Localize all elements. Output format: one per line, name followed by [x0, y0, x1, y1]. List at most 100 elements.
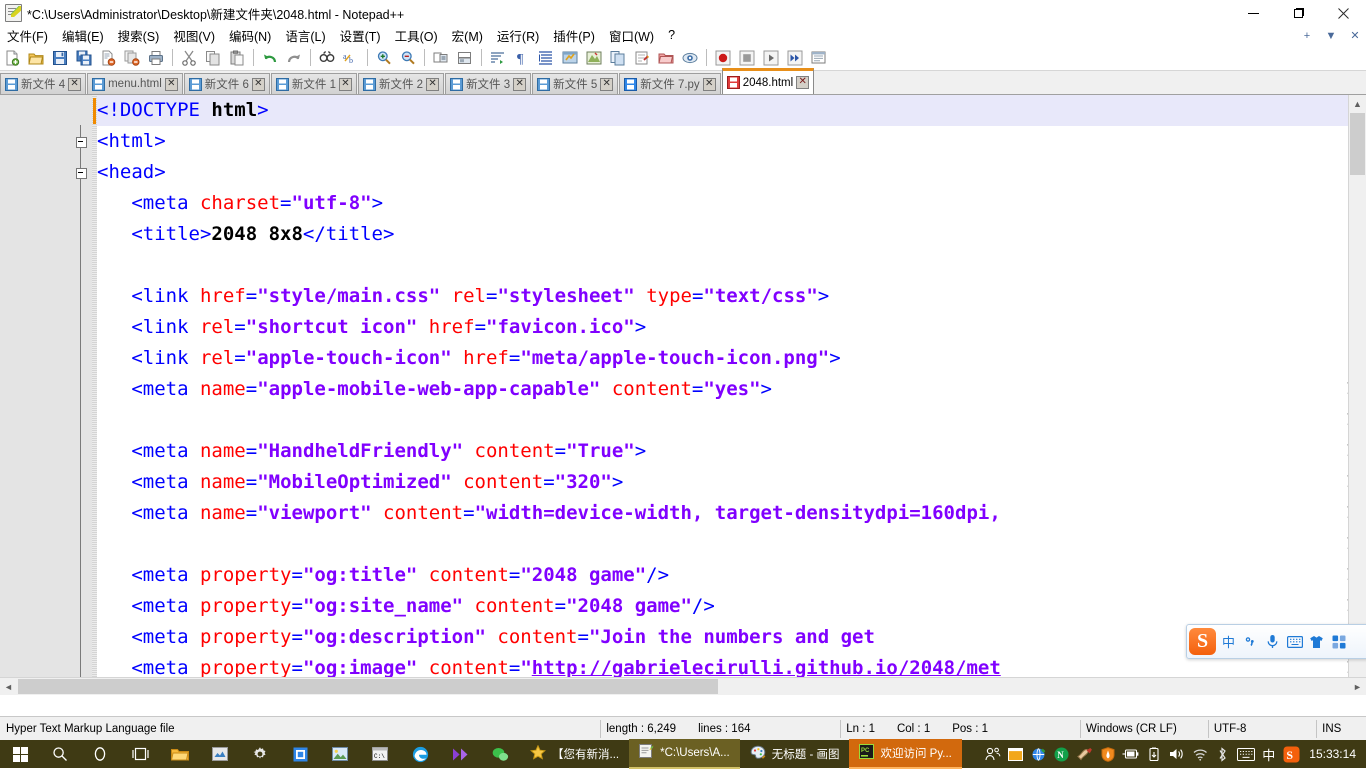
tab-新文件-5[interactable]: 新文件 5 ✕	[532, 73, 619, 94]
code-line[interactable]: <meta name="viewport" content="width=dev…	[97, 498, 1000, 529]
document-map-icon[interactable]	[583, 47, 605, 69]
scroll-left-arrow[interactable]: ◄	[0, 678, 17, 695]
ime-chinese-icon[interactable]: 中	[1257, 740, 1280, 768]
menu-encoding[interactable]: 编码(N)	[222, 25, 278, 47]
code-line[interactable]: <link rel="shortcut icon" href="favicon.…	[97, 312, 646, 343]
scroll-right-arrow[interactable]: ►	[1349, 678, 1366, 695]
vertical-scroll-thumb[interactable]	[1350, 113, 1365, 175]
fold-margin[interactable]	[70, 95, 92, 695]
code-line[interactable]: <meta property="og:description" content=…	[97, 622, 886, 653]
menu-language[interactable]: 语言(L)	[278, 25, 332, 47]
tab-close-button[interactable]: ✕	[513, 77, 527, 91]
driver-icon[interactable]	[1073, 740, 1096, 768]
close-all-icon[interactable]	[121, 47, 143, 69]
cut-icon[interactable]	[178, 47, 200, 69]
close-button[interactable]	[1321, 0, 1366, 26]
menu-view[interactable]: 视图(V)	[166, 25, 222, 47]
skin-icon[interactable]	[1307, 630, 1326, 654]
show-all-characters-icon[interactable]: ¶	[511, 47, 533, 69]
sync-horizontal-icon[interactable]	[454, 47, 476, 69]
usb-eject-icon[interactable]	[1142, 740, 1165, 768]
code-line[interactable]: <meta name="apple-mobile-web-app-capable…	[97, 374, 772, 405]
function-list-icon[interactable]	[607, 47, 629, 69]
wifi-icon[interactable]	[1188, 740, 1211, 768]
tab-close-button[interactable]: ✕	[68, 77, 82, 91]
tab-close-button[interactable]: ✕	[702, 77, 716, 91]
menu-macro[interactable]: 宏(M)	[445, 25, 490, 47]
code-line[interactable]: <meta property="og:site_name" content="2…	[97, 591, 714, 622]
wps-office-icon[interactable]	[280, 740, 320, 768]
code-line[interactable]: <link href="style/main.css" rel="stylesh…	[97, 281, 829, 312]
horizontal-scroll-thumb[interactable]	[18, 679, 718, 694]
tab-新文件-1[interactable]: 新文件 1 ✕	[270, 73, 357, 94]
command-prompt-icon[interactable]: C:\	[360, 740, 400, 768]
window-tray-icon[interactable]	[1004, 740, 1027, 768]
code-text-area[interactable]: <!DOCTYPE html> <html> <head> <meta charse…	[97, 95, 1349, 695]
code-line[interactable]: <head>	[97, 157, 166, 188]
sync-vertical-icon[interactable]	[430, 47, 452, 69]
photos-icon[interactable]	[320, 740, 360, 768]
indent-guide-icon[interactable]	[535, 47, 557, 69]
open-file-icon[interactable]	[25, 47, 47, 69]
tab-close-button[interactable]: ✕	[426, 77, 440, 91]
soft-keyboard-icon[interactable]	[1285, 630, 1304, 654]
save-macro-icon[interactable]	[808, 47, 830, 69]
file-explorer-icon[interactable]	[160, 740, 200, 768]
task-view-icon[interactable]	[120, 740, 160, 768]
bluetooth-icon[interactable]	[1211, 740, 1234, 768]
people-icon[interactable]	[981, 740, 1004, 768]
menu-edit[interactable]: 编辑(E)	[55, 25, 111, 47]
touch-keyboard-icon[interactable]	[1234, 740, 1257, 768]
wechat-icon[interactable]	[480, 740, 520, 768]
punctuation-mode-icon[interactable]	[1241, 630, 1260, 654]
tab-close-button[interactable]: ✕	[164, 77, 178, 91]
folder-as-workspace-icon[interactable]	[655, 47, 677, 69]
network-share-icon[interactable]	[1027, 740, 1050, 768]
search-icon[interactable]	[40, 740, 80, 768]
maximize-restore-button[interactable]	[1276, 0, 1321, 26]
zoom-out-icon[interactable]	[397, 47, 419, 69]
taskbar-clock[interactable]: 15:33:14	[1303, 747, 1366, 761]
play-macro-icon[interactable]	[760, 47, 782, 69]
tab-新文件-7-py[interactable]: 新文件 7.py ✕	[619, 73, 721, 94]
zoom-in-icon[interactable]	[373, 47, 395, 69]
fold-toggle-html[interactable]	[76, 137, 87, 148]
user-defined-dialog-icon[interactable]	[559, 47, 581, 69]
settings-gear-icon[interactable]	[240, 740, 280, 768]
code-line[interactable]: <!DOCTYPE html>	[97, 95, 269, 126]
sogou-ime-toolbar[interactable]: S 中	[1186, 624, 1366, 659]
potplayer-icon[interactable]	[440, 740, 480, 768]
menu-window[interactable]: 窗口(W)	[602, 25, 661, 47]
netease-icon[interactable]: N	[1050, 740, 1073, 768]
cortana-icon[interactable]	[80, 740, 120, 768]
run-macro-multiple-icon[interactable]	[784, 47, 806, 69]
vertical-scrollbar[interactable]: ▲ ▼	[1348, 95, 1366, 695]
code-line[interactable]: <title>2048 8x8</title>	[97, 219, 394, 250]
menubar-add-button[interactable]: +	[1300, 30, 1314, 42]
menu-help[interactable]: ?	[661, 27, 682, 44]
scroll-up-arrow[interactable]: ▲	[1349, 95, 1366, 112]
replace-icon[interactable]: ab	[340, 47, 362, 69]
battery-tray-icon[interactable]	[1119, 740, 1142, 768]
edge-browser-icon[interactable]	[400, 740, 440, 768]
undo-icon[interactable]	[259, 47, 281, 69]
code-line[interactable]: <link rel="apple-touch-icon" href="meta/…	[97, 343, 840, 374]
menu-run[interactable]: 运行(R)	[490, 25, 546, 47]
tab-close-button[interactable]: ✕	[600, 77, 614, 91]
tab-2048-html[interactable]: 2048.html ✕	[721, 68, 815, 94]
code-line[interactable]: <meta property="og:title" content="2048 …	[97, 560, 669, 591]
menu-file[interactable]: 文件(F)	[0, 25, 55, 47]
code-editor[interactable]: 1234567891011121314151617181920 <!DOCTYP…	[0, 94, 1366, 695]
record-macro-icon[interactable]	[712, 47, 734, 69]
menu-settings[interactable]: 设置(T)	[333, 25, 388, 47]
copy-icon[interactable]	[202, 47, 224, 69]
redo-icon[interactable]	[283, 47, 305, 69]
folder-workspace-icon[interactable]	[631, 47, 653, 69]
tab-close-button[interactable]: ✕	[796, 76, 810, 89]
menubar-close-button[interactable]: ✕	[1348, 29, 1362, 42]
close-file-icon[interactable]	[97, 47, 119, 69]
new-file-icon[interactable]	[1, 47, 23, 69]
media-player-icon[interactable]	[200, 740, 240, 768]
volume-icon[interactable]	[1165, 740, 1188, 768]
menu-tools[interactable]: 工具(O)	[388, 25, 445, 47]
